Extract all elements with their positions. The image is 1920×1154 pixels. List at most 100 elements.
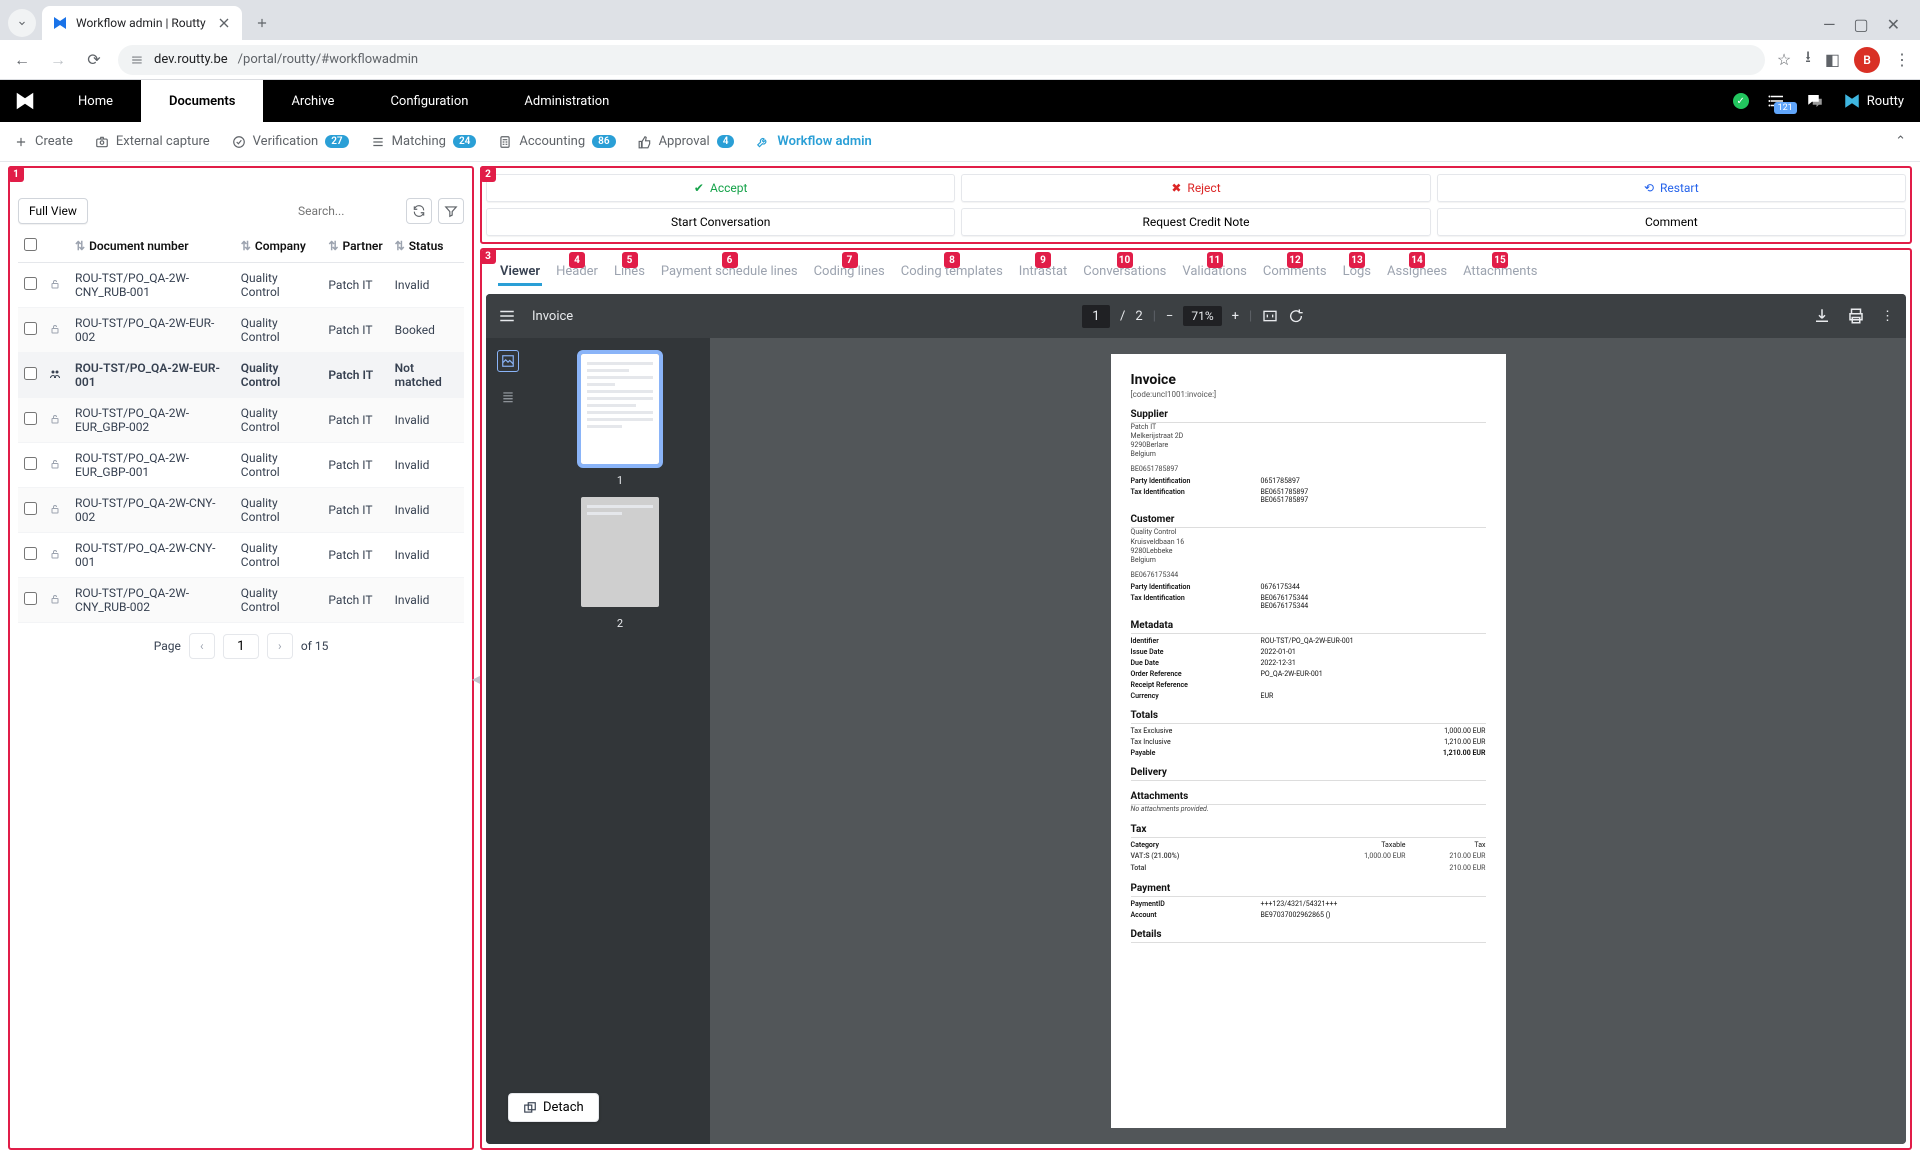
row-checkbox[interactable] [24, 592, 37, 605]
forward-button[interactable]: → [46, 50, 70, 70]
refresh-button[interactable] [406, 198, 432, 224]
pdf-print-icon[interactable] [1847, 307, 1865, 325]
col-docnum[interactable]: Document number [89, 239, 189, 253]
zoom-level[interactable]: 71% [1183, 306, 1221, 326]
table-row[interactable]: ROU-TST/PO_QA-2W-CNY-001Quality ControlP… [18, 533, 464, 578]
row-checkbox[interactable] [24, 322, 37, 335]
pdf-toolbar: Invoice / 2 | − 71% + | [486, 294, 1906, 338]
annotation-4: 4 [569, 252, 585, 268]
lock-icon [49, 413, 63, 425]
pdf-title: Invoice [532, 309, 573, 324]
pdf-menu-icon[interactable] [498, 307, 518, 325]
page-input[interactable] [223, 634, 259, 659]
table-row[interactable]: ROU-TST/PO_QA-2W-CNY_RUB-002Quality Cont… [18, 578, 464, 623]
thumbnails-icon[interactable] [497, 350, 519, 372]
page-next-button[interactable]: › [267, 633, 293, 659]
col-status[interactable]: Status [409, 239, 444, 253]
chat-icon[interactable] [1805, 92, 1825, 110]
row-checkbox[interactable] [24, 502, 37, 515]
tasks-count: 121 [1774, 102, 1797, 114]
thumbnail-1[interactable] [581, 354, 659, 464]
status-ok-icon[interactable]: ✓ [1733, 93, 1749, 109]
subnav-approval[interactable]: Approval4 [638, 134, 735, 149]
outline-icon[interactable] [501, 390, 515, 404]
invoice-code: [code:uncl1001:invoice:] [1131, 390, 1486, 399]
pdf-page-input[interactable] [1082, 305, 1110, 328]
request-credit-note-button[interactable]: Request Credit Note [961, 208, 1430, 236]
pdf-page-area[interactable]: Invoice [code:uncl1001:invoice:] Supplie… [710, 338, 1906, 1144]
subnav-matching[interactable]: Matching24 [371, 134, 477, 149]
close-window-icon[interactable]: ✕ [1887, 15, 1900, 34]
download-icon[interactable]: ⭳ [1805, 46, 1811, 73]
col-company[interactable]: Company [255, 239, 306, 253]
nav-archive[interactable]: Archive [263, 80, 362, 122]
viewer-panel: ViewerHeaderLinesPayment schedule linesC… [480, 248, 1912, 1150]
annotation-15: 15 [1492, 252, 1508, 268]
full-view-button[interactable]: Full View [18, 198, 88, 224]
nav-configuration[interactable]: Configuration [362, 80, 496, 122]
restart-button[interactable]: ⟲Restart [1437, 174, 1906, 202]
logo-icon[interactable] [0, 90, 50, 112]
reject-button[interactable]: ✖Reject [961, 174, 1430, 202]
back-button[interactable]: ← [10, 50, 34, 70]
table-row[interactable]: ROU-TST/PO_QA-2W-EUR-001Quality ControlP… [18, 353, 464, 398]
browser-tab[interactable]: Workflow admin | Routty [42, 6, 242, 40]
pdf-download-icon[interactable] [1813, 307, 1831, 325]
page-prev-button[interactable]: ‹ [189, 633, 215, 659]
close-icon[interactable] [216, 15, 232, 31]
col-partner[interactable]: Partner [342, 239, 382, 253]
brand-label[interactable]: Routty [1843, 92, 1904, 110]
pdf-sidebar [486, 338, 530, 1144]
detach-button[interactable]: Detach [508, 1093, 599, 1122]
annotation-2: 2 [480, 166, 496, 182]
subnav-workflow-admin[interactable]: Workflow admin [756, 134, 871, 149]
nav-home[interactable]: Home [50, 80, 141, 122]
row-checkbox[interactable] [24, 457, 37, 470]
pdf-viewer: Invoice / 2 | − 71% + | [486, 294, 1906, 1144]
tasks-icon[interactable]: 121 [1767, 92, 1787, 110]
zoom-out-button[interactable]: − [1166, 309, 1173, 324]
table-row[interactable]: ROU-TST/PO_QA-2W-CNY-002Quality ControlP… [18, 488, 464, 533]
tab-search-icon[interactable] [8, 9, 36, 37]
extensions-icon[interactable]: ◧ [1825, 50, 1840, 69]
zoom-in-button[interactable]: + [1232, 309, 1239, 324]
pdf-more-icon[interactable]: ⋮ [1881, 309, 1894, 324]
fit-page-icon[interactable] [1262, 308, 1278, 324]
lock-icon [49, 458, 63, 470]
profile-avatar[interactable]: B [1854, 47, 1880, 73]
bookmark-icon[interactable]: ☆ [1777, 50, 1791, 69]
row-checkbox[interactable] [24, 277, 37, 290]
table-row[interactable]: ROU-TST/PO_QA-2W-CNY_RUB-001Quality Cont… [18, 263, 464, 308]
subnav-create[interactable]: Create [14, 134, 73, 149]
subnav-verification[interactable]: Verification27 [232, 134, 349, 149]
table-row[interactable]: ROU-TST/PO_QA-2W-EUR_GBP-002Quality Cont… [18, 398, 464, 443]
search-input[interactable] [290, 199, 400, 223]
select-all-checkbox[interactable] [24, 238, 37, 251]
collapse-caret-icon[interactable]: ⌃ [1895, 134, 1906, 149]
table-row[interactable]: ROU-TST/PO_QA-2W-EUR_GBP-001Quality Cont… [18, 443, 464, 488]
row-checkbox[interactable] [24, 367, 37, 380]
row-checkbox[interactable] [24, 412, 37, 425]
tab-viewer[interactable]: Viewer [498, 260, 542, 286]
accept-button[interactable]: ✔Accept [486, 174, 955, 202]
maximize-icon[interactable]: ▢ [1853, 15, 1868, 34]
menu-icon[interactable]: ⋮ [1894, 50, 1910, 69]
minimize-icon[interactable]: — [1823, 15, 1836, 34]
subnav-accounting[interactable]: Accounting86 [498, 134, 615, 149]
start-conversation-button[interactable]: Start Conversation [486, 208, 955, 236]
lock-icon [49, 323, 63, 335]
reload-button[interactable]: ⟳ [82, 50, 106, 69]
lock-icon [49, 593, 63, 605]
table-row[interactable]: ROU-TST/PO_QA-2W-EUR-002Quality ControlP… [18, 308, 464, 353]
filter-button[interactable] [438, 198, 464, 224]
rotate-icon[interactable] [1288, 308, 1304, 324]
thumbnail-2[interactable] [581, 497, 659, 607]
nav-documents[interactable]: Documents [141, 80, 263, 122]
new-tab-button[interactable] [248, 9, 276, 37]
url-bar[interactable]: dev.routty.be/portal/routty/#workflowadm… [118, 45, 1765, 75]
row-checkbox[interactable] [24, 547, 37, 560]
comment-button[interactable]: Comment [1437, 208, 1906, 236]
subnav-external-capture[interactable]: External capture [95, 134, 210, 149]
site-info-icon[interactable] [130, 53, 144, 67]
nav-administration[interactable]: Administration [496, 80, 637, 122]
